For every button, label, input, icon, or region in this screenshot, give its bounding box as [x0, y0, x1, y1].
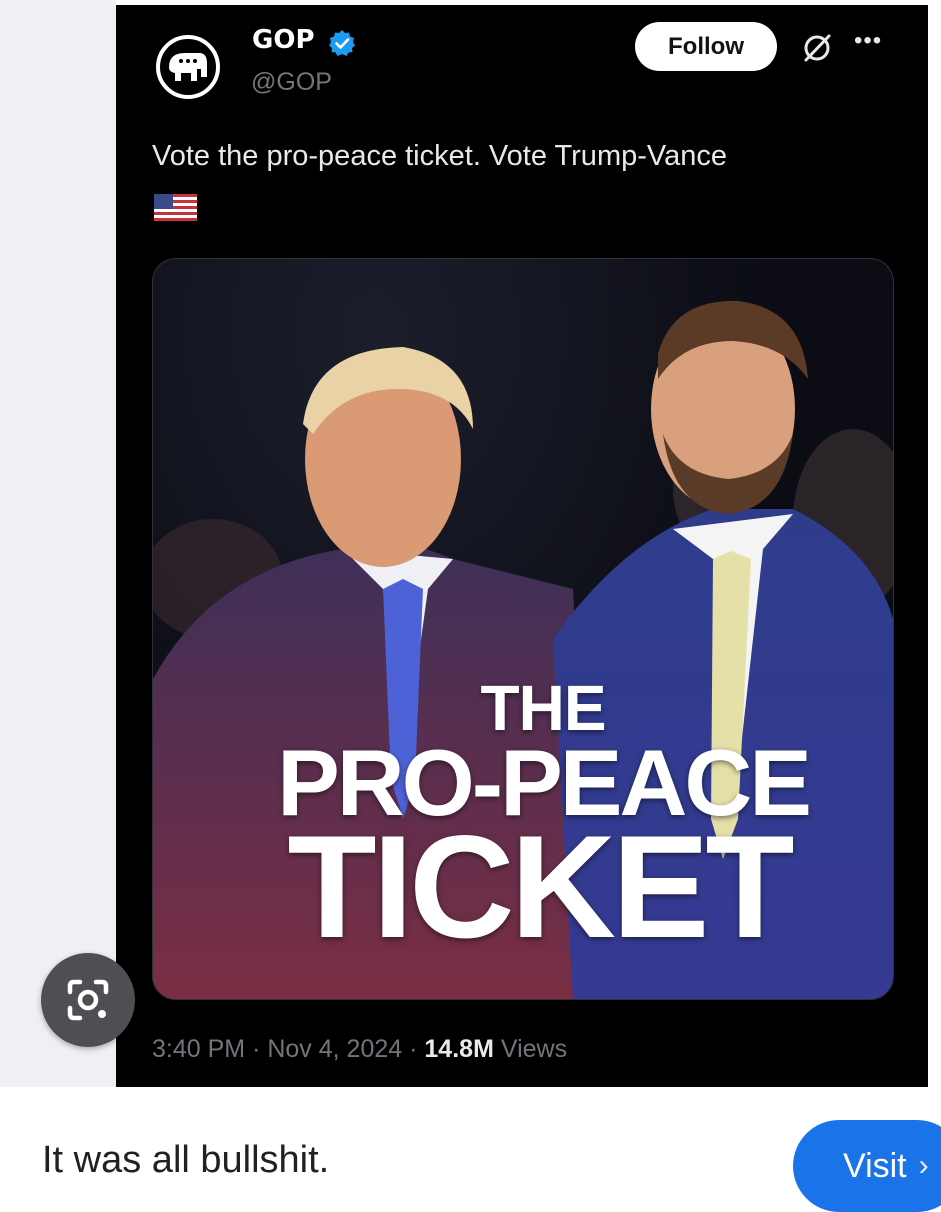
- gop-avatar[interactable]: [156, 35, 220, 99]
- follow-button[interactable]: Follow: [635, 22, 777, 71]
- tweet-image[interactable]: THE PRO-PEACE TICKET: [152, 258, 894, 1000]
- result-caption: It was all bullshit.: [42, 1139, 330, 1181]
- chevron-right-icon: ›: [918, 1149, 929, 1182]
- grok-icon[interactable]: [800, 31, 834, 65]
- meta-separator: ·: [252, 1035, 261, 1063]
- visit-button[interactable]: Visit ›: [793, 1120, 941, 1212]
- user-handle[interactable]: @GOP: [251, 68, 332, 97]
- verified-badge-icon: [329, 30, 355, 56]
- tweet-date[interactable]: Nov 4, 2024: [267, 1035, 402, 1063]
- headline-line-3: TICKET: [287, 805, 794, 968]
- tweet-text: Vote the pro-peace ticket. Vote Trump-Va…: [152, 140, 727, 172]
- display-name[interactable]: GOP: [252, 25, 315, 55]
- google-lens-icon: [67, 979, 109, 1021]
- tweet-time[interactable]: 3:40 PM: [152, 1035, 245, 1063]
- visit-label: Visit: [843, 1146, 907, 1185]
- elephant-logo-icon: [169, 53, 207, 81]
- google-lens-button[interactable]: [41, 953, 135, 1047]
- more-options-icon[interactable]: •••: [854, 27, 882, 55]
- left-gutter: [0, 0, 116, 1087]
- tweet-meta: 3:40 PM · Nov 4, 2024 · 14.8M Views: [152, 1035, 567, 1064]
- tweet-card[interactable]: GOP @GOP Follow ••• Vote the pro-peace t…: [116, 5, 928, 1087]
- meta-separator: ·: [409, 1035, 418, 1063]
- views-count: 14.8M: [424, 1035, 494, 1063]
- views-label: Views: [500, 1035, 568, 1063]
- us-flag-icon: [154, 194, 197, 221]
